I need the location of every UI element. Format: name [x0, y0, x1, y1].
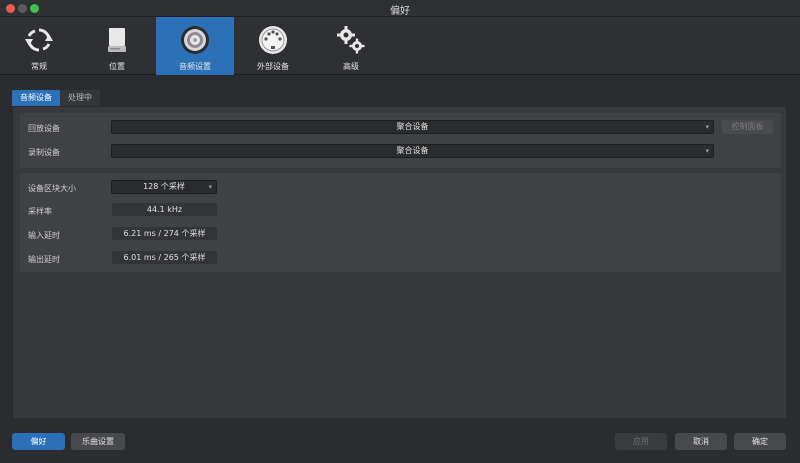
output-latency-label: 输出延时	[28, 255, 60, 264]
tab-processing[interactable]: 处理中	[60, 90, 100, 106]
apply-button[interactable]: 应用	[615, 433, 667, 450]
toolbar-label: 高级	[343, 62, 359, 71]
record-device-label: 录制设备	[28, 148, 60, 157]
midi-port-icon	[259, 26, 287, 54]
gears-icon	[337, 26, 365, 54]
title-bar: 偏好	[0, 0, 800, 17]
sample-rate-label: 采样率	[28, 207, 52, 216]
cancel-button[interactable]: 取消	[675, 433, 727, 450]
toolbar-item-locations[interactable]: 位置	[78, 17, 156, 75]
toolbar-label: 位置	[109, 62, 125, 71]
device-info-group: 设备区块大小 128 个采样 ▾ 采样率 44.1 kHz 输入延时 6.21 …	[20, 173, 781, 272]
chevron-down-icon: ▾	[208, 183, 212, 191]
record-device-select[interactable]: 聚合设备 ▾	[111, 144, 714, 158]
sample-rate-value: 44.1 kHz	[112, 203, 217, 216]
toolbar-item-external-devices[interactable]: 外部设备	[234, 17, 312, 75]
drive-icon	[108, 28, 126, 52]
tab-audio-devices[interactable]: 音频设备	[12, 90, 60, 106]
ok-button[interactable]: 确定	[734, 433, 786, 450]
toolbar-label: 外部设备	[257, 62, 289, 71]
chevron-down-icon: ▾	[705, 147, 709, 155]
control-panel-button[interactable]: 控制面板	[722, 120, 773, 134]
playback-device-select[interactable]: 聚合设备 ▾	[111, 120, 714, 134]
output-latency-value: 6.01 ms / 265 个采样	[112, 251, 217, 264]
toolbar-label: 常规	[31, 62, 47, 71]
speaker-icon	[181, 26, 209, 54]
audio-settings-panel: 回放设备 聚合设备 ▾ 控制面板 录制设备 聚合设备 ▾ 设备区块大小 128 …	[12, 106, 787, 419]
toolbar-item-general[interactable]: 常规	[0, 17, 78, 75]
block-size-value: 128 个采样	[143, 182, 185, 191]
toolbar-label: 音频设置	[179, 62, 211, 71]
song-settings-button[interactable]: 乐曲设置	[71, 433, 125, 450]
sync-icon	[25, 28, 53, 52]
record-device-value: 聚合设备	[396, 146, 429, 155]
block-size-label: 设备区块大小	[28, 184, 76, 193]
input-latency-label: 输入延时	[28, 231, 60, 240]
device-selection-group: 回放设备 聚合设备 ▾ 控制面板 录制设备 聚合设备 ▾	[20, 113, 781, 168]
toolbar-item-advanced[interactable]: 高级	[312, 17, 390, 75]
input-latency-value: 6.21 ms / 274 个采样	[112, 227, 217, 240]
playback-device-value: 聚合设备	[396, 122, 429, 131]
chevron-down-icon: ▾	[705, 123, 709, 131]
preferences-toolbar: 常规 位置 音频设置 外部设备 高级	[0, 17, 800, 75]
block-size-select[interactable]: 128 个采样 ▾	[111, 180, 217, 194]
window-title: 偏好	[390, 6, 410, 17]
playback-device-label: 回放设备	[28, 124, 60, 133]
preferences-button[interactable]: 偏好	[12, 433, 65, 450]
toolbar-item-audio-settings[interactable]: 音频设置	[156, 17, 234, 75]
